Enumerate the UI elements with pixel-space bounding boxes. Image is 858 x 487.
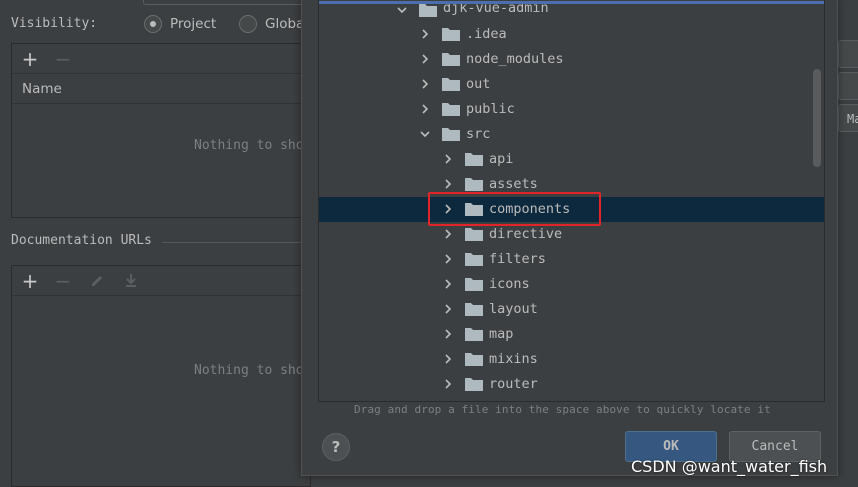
visibility-global-radio[interactable] [239, 15, 257, 33]
remove-url-button[interactable]: − [54, 271, 72, 291]
select-path-dialog: djk-vue-admin .idea node_modules out pub… [301, 0, 838, 476]
right-field-2[interactable] [838, 72, 858, 100]
tree-row-icons[interactable]: icons [319, 272, 824, 297]
folder-icon [465, 228, 483, 241]
folder-icon [465, 328, 483, 341]
chevron-right-icon[interactable] [441, 252, 455, 266]
tree-row-src[interactable]: src [319, 122, 824, 147]
chevron-right-icon[interactable] [441, 377, 455, 391]
add-button[interactable]: + [21, 49, 39, 69]
chevron-right-icon[interactable] [441, 277, 455, 291]
folder-icon [465, 353, 483, 366]
empty-table-text: Nothing to sho [194, 138, 304, 153]
tree-label: node_modules [466, 51, 564, 67]
documentation-urls-title: Documentation URLs [11, 233, 152, 248]
visibility-label: Visibility: [11, 16, 98, 31]
folder-icon [442, 28, 460, 41]
remove-button[interactable]: − [54, 49, 72, 69]
chevron-right-icon[interactable] [441, 177, 455, 191]
classes-toolbar: + − [12, 44, 310, 74]
add-url-button[interactable]: + [21, 271, 39, 291]
tree-label: out [466, 76, 491, 92]
tree-row-node-modules[interactable]: node_modules [319, 47, 824, 72]
visibility-global-label[interactable]: Globa [265, 16, 304, 32]
chevron-right-icon[interactable] [418, 102, 432, 116]
tree-label: router [489, 376, 538, 392]
tree-row-out[interactable]: out [319, 72, 824, 97]
chevron-right-icon[interactable] [441, 152, 455, 166]
chevron-down-icon[interactable] [418, 127, 432, 141]
tree-label: .idea [466, 26, 507, 42]
chevron-right-icon[interactable] [418, 77, 432, 91]
tree-row-router[interactable]: router [319, 372, 824, 397]
folder-icon [465, 178, 483, 191]
classes-table: + − Name Nothing to sho [11, 43, 311, 218]
tree-row-idea[interactable]: .idea [319, 22, 824, 47]
folder-icon [419, 4, 437, 17]
csdn-watermark: CSDN @want_water_fish [631, 457, 828, 476]
tree-label: layout [489, 301, 538, 317]
tree-row-layout[interactable]: layout [319, 297, 824, 322]
edit-pencil-icon[interactable] [88, 272, 106, 290]
top-field-edge [143, 0, 318, 5]
tree-label: mixins [489, 351, 538, 367]
tree-row-api[interactable]: api [319, 147, 824, 172]
folder-icon [465, 303, 483, 316]
tree-label: api [489, 151, 514, 167]
documentation-table: + − Nothing to sho [11, 265, 311, 487]
folder-icon [442, 78, 460, 91]
tree-label: filters [489, 251, 546, 267]
dialog-top-accent [319, 1, 824, 4]
tree-label: src [466, 126, 491, 142]
chevron-right-icon[interactable] [441, 327, 455, 341]
tree-label: map [489, 326, 514, 342]
drag-drop-hint: Drag and drop a file into the space abov… [354, 403, 771, 416]
help-button[interactable]: ? [322, 433, 350, 461]
annotation-highlight-box [428, 192, 601, 226]
empty-docs-text: Nothing to sho [194, 363, 304, 378]
tree-row-filters[interactable]: filters [319, 247, 824, 272]
folder-icon [442, 53, 460, 66]
folder-icon [442, 103, 460, 116]
tree-scrollbar[interactable] [813, 69, 821, 167]
tree-label: assets [489, 176, 538, 192]
settings-panel: Visibility: Project Globa + − Name Nothi… [0, 0, 318, 487]
right-field-1[interactable] [838, 40, 858, 68]
visibility-project-label[interactable]: Project [170, 16, 216, 32]
documentation-toolbar: + − [12, 266, 310, 296]
tree-label: icons [489, 276, 530, 292]
visibility-project-radio[interactable] [144, 15, 162, 33]
folder-icon [465, 153, 483, 166]
chevron-right-icon[interactable] [441, 227, 455, 241]
tree-row-public[interactable]: public [319, 97, 824, 122]
tree-label: directive [489, 226, 563, 242]
chevron-right-icon[interactable] [418, 52, 432, 66]
section-divider [162, 242, 302, 243]
chevron-right-icon[interactable] [441, 302, 455, 316]
download-icon[interactable] [122, 272, 140, 290]
name-column-header[interactable]: Name [12, 74, 310, 104]
folder-icon [442, 128, 460, 141]
tree-label: public [466, 101, 515, 117]
chevron-right-icon[interactable] [418, 27, 432, 41]
folder-icon [465, 278, 483, 291]
folder-icon [465, 378, 483, 391]
folder-icon [465, 253, 483, 266]
tree-row-mixins[interactable]: mixins [319, 347, 824, 372]
tree-row-map[interactable]: map [319, 322, 824, 347]
chevron-right-icon[interactable] [441, 352, 455, 366]
chevron-down-icon[interactable] [395, 3, 409, 17]
right-field-text: Ma [847, 112, 858, 126]
